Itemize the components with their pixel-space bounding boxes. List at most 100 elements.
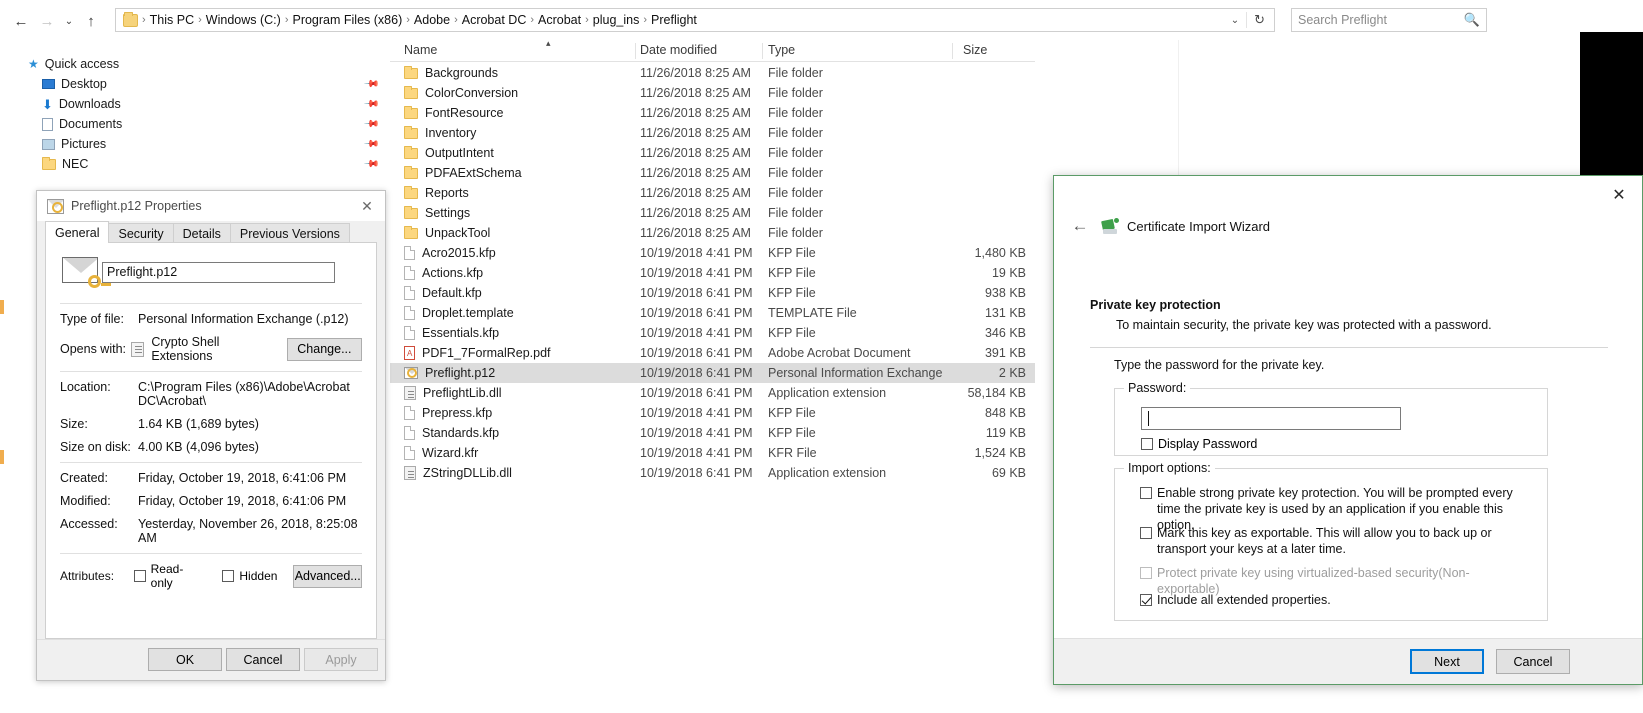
file-size-cell: 938 KB [984,286,1026,300]
option-include-extended-properties[interactable]: Include all extended properties. [1140,592,1532,608]
sidebar-item-label: Quick access [44,57,120,71]
file-icon [404,326,415,340]
forward-icon[interactable]: → [34,9,60,33]
ok-button[interactable]: OK [148,648,222,671]
file-name-cell[interactable]: Essentials.kfp [404,326,499,340]
search-icon[interactable]: 🔍 [1464,12,1480,28]
file-name-cell[interactable]: UnpackTool [404,225,490,240]
tab-details[interactable]: Details [172,223,231,243]
pin-icon[interactable]: 📌 [362,96,380,113]
breadcrumb-item-program-files[interactable]: Program Files (x86) [289,11,405,29]
divider [60,371,362,372]
file-size-cell: 58,184 KB [967,386,1026,400]
file-name-cell[interactable]: FontResource [404,105,504,120]
up-icon[interactable]: ↑ [78,9,104,33]
pin-icon[interactable]: 📌 [362,156,380,173]
checkbox-box[interactable] [1140,527,1152,539]
sidebar-item-documents[interactable]: Documents 📌 [0,114,390,134]
sidebar-item-quick-access[interactable]: ★ Quick access [0,54,390,74]
checkbox-box[interactable] [1141,438,1153,450]
checkbox-box[interactable] [134,570,146,582]
breadcrumb-item-acrobat[interactable]: Acrobat [535,11,584,29]
chevron-down-icon[interactable]: ⌄ [1224,15,1246,26]
file-name-cell[interactable]: ZStringDLLib.dll [404,466,512,480]
dialog-title-bar[interactable]: Preflight.p12 Properties ✕ [37,191,385,221]
file-date-cell: 11/26/2018 8:25 AM [640,166,751,180]
column-header-type[interactable]: Type [768,43,795,57]
tab-general[interactable]: General [45,221,110,243]
close-icon[interactable]: ✕ [1606,184,1632,206]
column-divider[interactable] [952,43,953,59]
file-name-cell[interactable]: Standards.kfp [404,426,499,440]
file-name-cell[interactable]: Preflight.p12 [404,366,495,380]
folder-icon [42,156,56,170]
sort-ascending-icon: ▴ [546,38,551,48]
file-type-cell: TEMPLATE File [768,306,857,320]
readonly-checkbox[interactable]: Read-only [134,562,202,590]
password-input[interactable] [1141,407,1401,430]
column-divider[interactable] [762,43,763,59]
checkbox-box[interactable] [222,570,235,582]
file-name-cell[interactable]: PreflightLib.dll [404,386,502,400]
sidebar-item-downloads[interactable]: ⬇ Downloads 📌 [0,94,390,114]
sidebar-item-desktop[interactable]: Desktop 📌 [0,74,390,94]
file-properties-dialog: Preflight.p12 Properties ✕ General Secur… [36,190,386,681]
tab-security[interactable]: Security [108,223,174,243]
file-name-cell[interactable]: Inventory [404,125,476,140]
column-header-size[interactable]: Size [963,43,987,57]
back-icon[interactable]: ← [8,9,34,33]
file-name-cell[interactable]: OutputIntent [404,145,494,160]
recent-locations-icon[interactable]: ⌄ [60,9,78,33]
advanced-button[interactable]: Advanced... [293,564,362,588]
hidden-checkbox[interactable]: Hidden [222,569,277,583]
breadcrumb-item-windows-c[interactable]: Windows (C:) [203,11,284,29]
sidebar-item-nec[interactable]: NEC 📌 [0,154,390,174]
option-mark-exportable[interactable]: Mark this key as exportable. This will a… [1140,525,1532,557]
pin-icon[interactable]: 📌 [362,76,380,93]
checkbox-box[interactable] [1140,487,1152,499]
file-name-cell[interactable]: Default.kfp [404,286,482,300]
file-name-cell[interactable]: PDF1_7FormalRep.pdf [404,346,551,360]
file-name-cell[interactable]: Droplet.template [404,306,514,320]
file-name-label: FontResource [425,106,504,120]
breadcrumb-item-adobe[interactable]: Adobe [411,11,453,29]
filename-input[interactable]: Preflight.p12 [102,261,335,283]
file-name-cell[interactable]: Wizard.kfr [404,446,478,460]
file-name-cell[interactable]: Actions.kfp [404,266,483,280]
next-button[interactable]: Next [1410,649,1484,674]
breadcrumb-item-this-pc[interactable]: This PC [147,11,197,29]
folder-icon [404,165,418,179]
file-name-cell[interactable]: Settings [404,205,470,220]
display-password-checkbox[interactable]: Display Password [1141,437,1257,451]
change-button[interactable]: Change... [286,337,362,361]
column-divider[interactable] [635,43,636,59]
file-name-cell[interactable]: Backgrounds [404,65,498,80]
breadcrumb-item-preflight[interactable]: Preflight [648,11,700,29]
search-input[interactable]: Search Preflight [1298,13,1464,27]
pin-icon[interactable]: 📌 [362,116,380,133]
tree-indicator [0,450,4,464]
column-header-name[interactable]: Name [404,43,437,57]
sidebar-item-label: Downloads [58,97,121,111]
cancel-button[interactable]: Cancel [1496,649,1570,674]
search-box[interactable]: Search Preflight 🔍 [1291,8,1487,32]
column-header-date-modified[interactable]: Date modified [640,43,717,57]
breadcrumb-item-plug-ins[interactable]: plug_ins [590,11,643,29]
breadcrumb-item-acrobat-dc[interactable]: Acrobat DC [459,11,530,29]
file-name-cell[interactable]: Reports [404,185,469,200]
refresh-icon[interactable]: ↻ [1246,12,1272,28]
sidebar-item-pictures[interactable]: Pictures 📌 [0,134,390,154]
file-name-cell[interactable]: ColorConversion [404,85,518,100]
file-name-label: Default.kfp [422,286,482,300]
cancel-button[interactable]: Cancel [226,648,300,671]
close-icon[interactable]: ✕ [357,196,377,216]
file-name-cell[interactable]: Acro2015.kfp [404,246,496,260]
file-name-cell[interactable]: Prepress.kfp [404,406,492,420]
pin-icon[interactable]: 📌 [362,136,380,153]
tab-previous-versions[interactable]: Previous Versions [229,223,350,243]
checkbox-box[interactable] [1140,594,1152,606]
file-name-cell[interactable]: PDFAExtSchema [404,165,522,180]
back-icon[interactable]: ← [1068,214,1092,238]
address-path-field[interactable]: › This PC › Windows (C:) › Program Files… [115,8,1275,32]
file-type-cell: Application extension [768,386,887,400]
